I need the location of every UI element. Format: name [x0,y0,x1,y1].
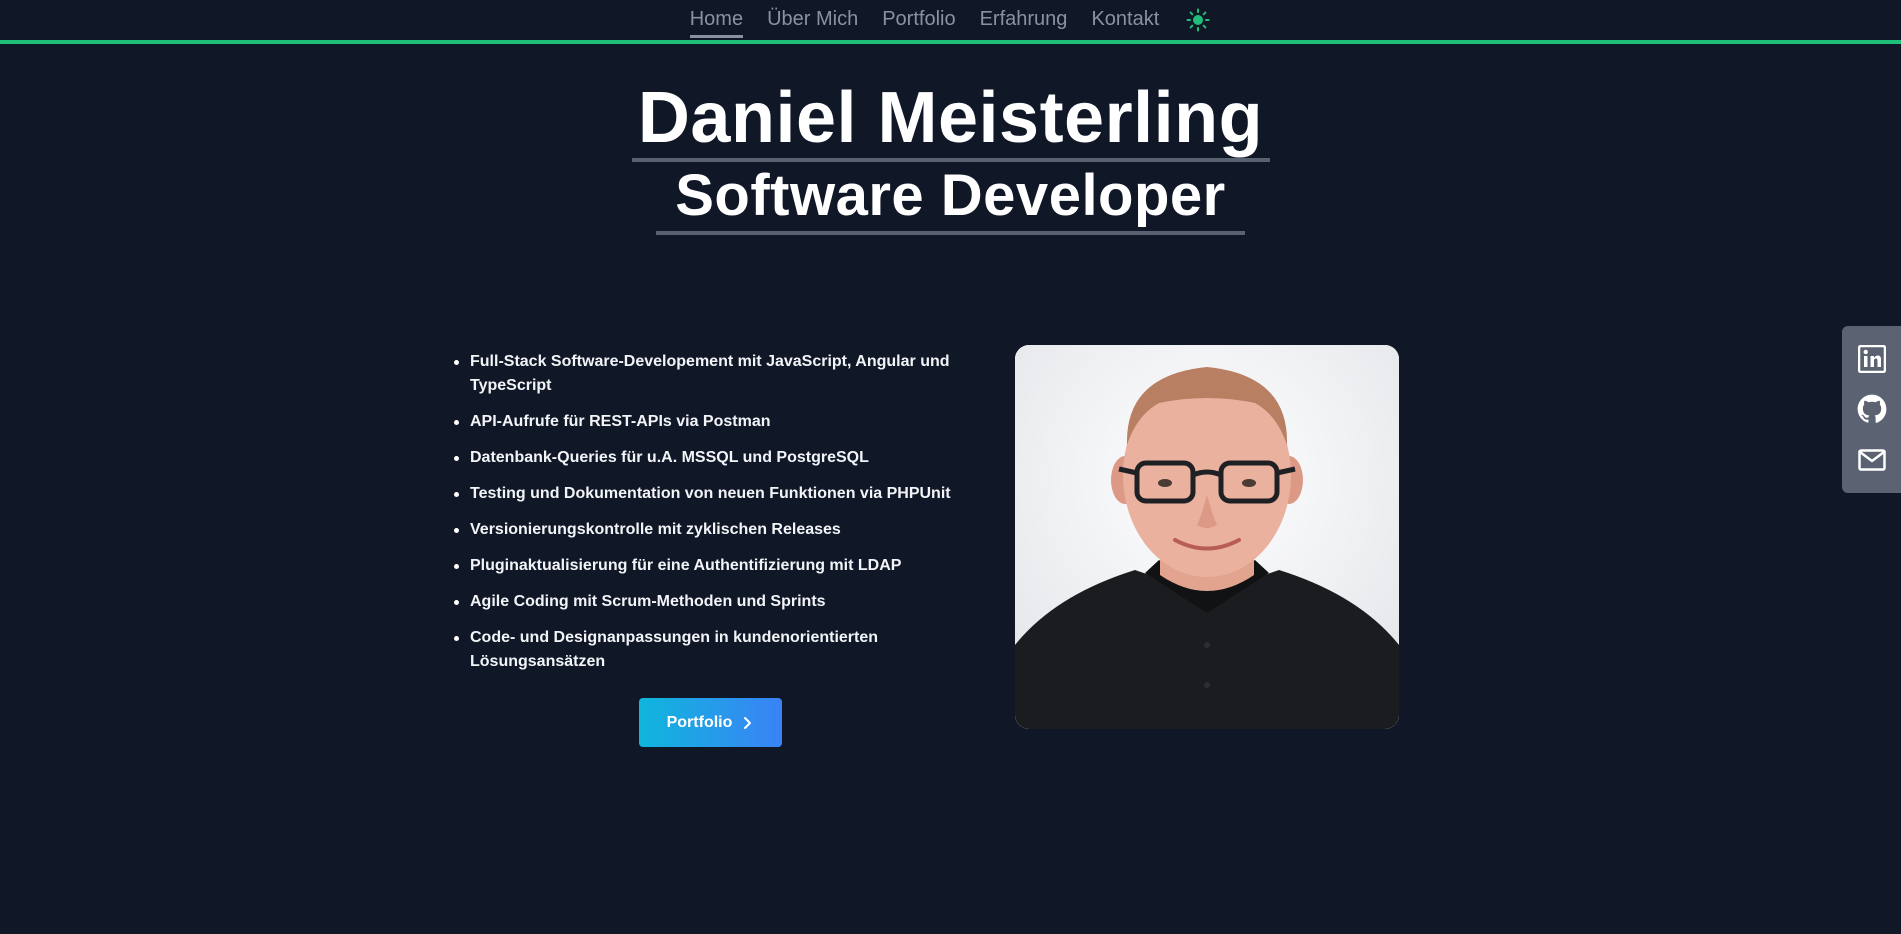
hero-role: Software Developer [675,163,1226,228]
skill-item: Versionierungskontrolle mit zyklischen R… [452,518,962,542]
chevron-right-icon [744,716,752,729]
mail-link[interactable] [1856,444,1888,476]
github-icon [1857,395,1886,424]
hero-name: Daniel Meisterling [637,78,1264,158]
top-navigation: Home Über Mich Portfolio Erfahrung Konta… [0,0,1901,44]
portfolio-button-label: Portfolio [666,713,733,731]
nav-item-kontakt[interactable]: Kontakt [1091,6,1159,38]
skills-list: Full-Stack Software-Developement mit Jav… [452,350,962,686]
github-link[interactable] [1856,393,1888,425]
nav-item-ueber-mich[interactable]: Über Mich [767,6,858,38]
sun-icon [1186,8,1210,32]
nav-item-home[interactable]: Home [689,6,744,38]
nav-links: Home Über Mich Portfolio Erfahrung Konta… [0,6,1901,38]
skill-item: API-Aufrufe für REST-APIs via Postman [452,410,962,434]
linkedin-icon [1857,345,1886,374]
social-links-bar [1842,326,1901,493]
skill-item: Pluginaktualisierung für eine Authentifi… [452,554,962,578]
linkedin-link[interactable] [1856,343,1888,375]
mail-icon [1857,449,1886,471]
skill-item: Agile Coding mit Scrum-Methoden und Spri… [452,590,962,614]
nav-item-portfolio[interactable]: Portfolio [882,6,955,38]
profile-photo [1015,345,1399,729]
skill-item: Full-Stack Software-Developement mit Jav… [452,350,962,398]
nav-item-erfahrung[interactable]: Erfahrung [980,6,1068,38]
role-underline [656,231,1245,235]
skill-item: Testing und Dokumentation von neuen Funk… [452,482,962,506]
skill-item: Datenbank-Queries für u.A. MSSQL und Pos… [452,446,962,470]
portfolio-button[interactable]: Portfolio [639,698,782,747]
theme-toggle-button[interactable] [1185,7,1211,33]
name-underline [632,158,1270,162]
skill-item: Code- und Designanpassungen in kundenori… [452,626,962,674]
